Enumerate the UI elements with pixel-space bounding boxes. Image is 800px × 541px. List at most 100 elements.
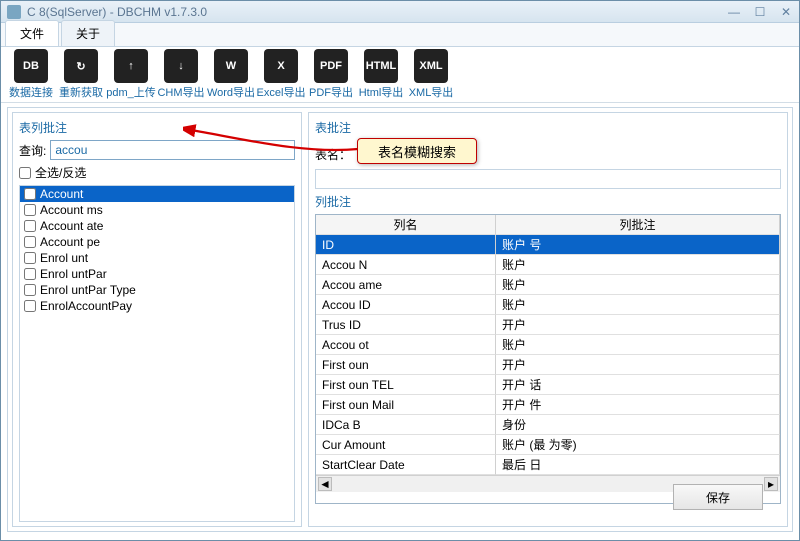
list-label: EnrolAccountPay [40,299,132,313]
cell-colname[interactable]: Trus ID [316,315,496,335]
scroll-left-icon[interactable]: ◄ [318,477,332,491]
toolbar-Excel导出[interactable]: XExcel导出 [257,49,305,100]
list-item[interactable]: EnrolAccountPay [20,298,294,314]
list-item[interactable]: Enrol untPar [20,266,294,282]
list-checkbox[interactable] [24,252,36,264]
table-list[interactable]: Account Account msAccount ateAccount pe En… [19,185,295,522]
list-label: Account [40,187,83,201]
list-label: Account pe [40,235,100,249]
left-panel: 表列批注 查询: 全选/反选 AccountAccount msAccount … [12,112,302,527]
scroll-right-icon[interactable]: ▸ [764,477,778,491]
list-checkbox[interactable] [24,236,36,248]
column-grid[interactable]: 列名 列批注 ID账户 号Accou N账户Accou ame账户Accou I… [315,214,781,504]
toolbar-Word导出[interactable]: WWord导出 [207,49,255,100]
toolbar-CHM导出[interactable]: ↓CHM导出 [157,49,205,100]
minimize-button[interactable]: — [727,5,741,19]
cell-colname[interactable]: IDCa B [316,415,496,435]
toolbar-数据连接[interactable]: DB数据连接 [7,49,55,100]
cell-colname[interactable]: Accou N [316,255,496,275]
close-button[interactable]: ✕ [779,5,793,19]
list-label: Enrol untPar [40,267,107,281]
list-item[interactable]: Account [20,186,294,202]
toolbar-label: pdm_上传 [106,84,156,100]
list-item[interactable]: Account pe [20,234,294,250]
list-checkbox[interactable] [24,284,36,296]
maximize-button[interactable]: ☐ [753,5,767,19]
cell-colnote[interactable]: 账户 [496,275,780,295]
table-row[interactable]: StartClear Date最后 日 [316,455,780,475]
toolbar-label: PDF导出 [309,84,353,100]
list-item[interactable]: Enrol unt [20,250,294,266]
toolbar-pdm_上传[interactable]: ↑pdm_上传 [107,49,155,100]
toolbar-icon: ↻ [64,49,98,83]
window-title: C 8(SqlServer) - DBCHM v1.7.3.0 [27,5,727,19]
list-label: Account ms [40,203,103,217]
cell-colname[interactable]: Cur Amount [316,435,496,455]
save-button[interactable]: 保存 [673,484,763,510]
list-checkbox[interactable] [24,204,36,216]
cell-colname[interactable]: First oun [316,355,496,375]
table-row[interactable]: IDCa B身份 [316,415,780,435]
col-group-label: 列批注 [315,193,781,210]
table-note-input[interactable] [315,169,781,189]
cell-colnote[interactable]: 账户 [496,295,780,315]
table-row[interactable]: ID账户 号 [316,235,780,255]
header-colname[interactable]: 列名 [316,215,496,235]
cell-colnote[interactable]: 开户 [496,355,780,375]
toolbar-label: XML导出 [409,84,454,100]
toolbar-重新获取[interactable]: ↻重新获取 [57,49,105,100]
list-checkbox[interactable] [24,268,36,280]
tab-about[interactable]: 关于 [61,20,115,46]
cell-colnote[interactable]: 账户 [496,335,780,355]
content-area: 表列批注 查询: 全选/反选 AccountAccount msAccount … [7,107,793,532]
list-item[interactable]: Enrol untPar Type [20,282,294,298]
cell-colnote[interactable]: 账户 [496,255,780,275]
cell-colnote[interactable]: 账户 号 [496,235,780,255]
search-input[interactable] [50,140,295,160]
table-row[interactable]: Accou ot账户 [316,335,780,355]
table-row[interactable]: First oun开户 [316,355,780,375]
list-checkbox[interactable] [24,188,36,200]
table-row[interactable]: Accou ame账户 [316,275,780,295]
cell-colnote[interactable]: 开户 件 [496,395,780,415]
cell-colname[interactable]: First oun TEL [316,375,496,395]
table-row[interactable]: Accou N账户 [316,255,780,275]
cell-colnote[interactable]: 账户 (最 为零) [496,435,780,455]
table-row[interactable]: First oun Mail开户 件 [316,395,780,415]
header-colnote[interactable]: 列批注 [496,215,780,235]
list-checkbox[interactable] [24,220,36,232]
list-item[interactable]: Account ate [20,218,294,234]
cell-colnote[interactable]: 最后 日 [496,455,780,475]
cell-colname[interactable]: ID [316,235,496,255]
grid-header: 列名 列批注 [316,215,780,235]
table-row[interactable]: First oun TEL开户 话 [316,375,780,395]
cell-colname[interactable]: Accou ID [316,295,496,315]
app-icon [7,5,21,19]
tab-file[interactable]: 文件 [5,20,59,46]
list-item[interactable]: Account ms [20,202,294,218]
cell-colname[interactable]: Accou ame [316,275,496,295]
titlebar[interactable]: C 8(SqlServer) - DBCHM v1.7.3.0 — ☐ ✕ [1,1,799,23]
toolbar-XML导出[interactable]: XMLXML导出 [407,49,455,100]
toolbar-icon: HTML [364,49,398,83]
select-all-checkbox[interactable] [19,167,31,179]
toolbar-icon: DB [14,49,48,83]
table-row[interactable]: Trus ID开户 [316,315,780,335]
cell-colnote[interactable]: 开户 [496,315,780,335]
cell-colname[interactable]: Accou ot [316,335,496,355]
cell-colname[interactable]: StartClear Date [316,455,496,475]
cell-colname[interactable]: First oun Mail [316,395,496,415]
toolbar-PDF导出[interactable]: PDFPDF导出 [307,49,355,100]
toolbar-label: 数据连接 [9,84,53,100]
toolbar-icon: ↑ [114,49,148,83]
list-checkbox[interactable] [24,300,36,312]
select-all-row[interactable]: 全选/反选 [19,164,295,181]
table-row[interactable]: Cur Amount账户 (最 为零) [316,435,780,455]
list-label: Enrol unt [40,251,88,265]
cell-colnote[interactable]: 开户 话 [496,375,780,395]
toolbar-label: Excel导出 [257,84,306,100]
menu-tabs: 文件 关于 [1,23,799,47]
cell-colnote[interactable]: 身份 [496,415,780,435]
toolbar-Html导出[interactable]: HTMLHtml导出 [357,49,405,100]
table-row[interactable]: Accou ID账户 [316,295,780,315]
